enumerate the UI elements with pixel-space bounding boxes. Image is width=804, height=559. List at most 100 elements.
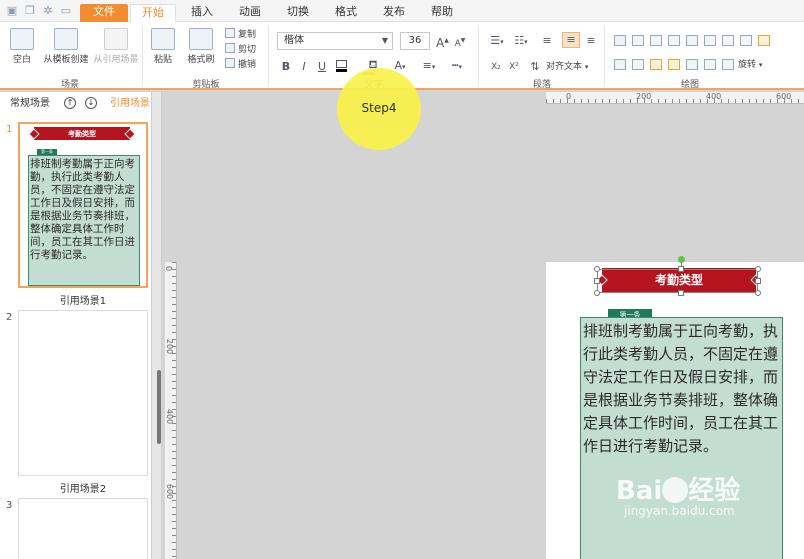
align-middle-icon[interactable] <box>686 35 698 46</box>
format-painter-button[interactable]: 格式刷 <box>184 28 218 65</box>
align-right-objects-icon[interactable] <box>650 35 662 46</box>
reference-scene-icon <box>104 28 128 50</box>
from-template-button[interactable]: 从模板创建 <box>42 28 90 65</box>
paw-icon <box>662 477 689 503</box>
tab-home[interactable]: 开始 <box>130 4 176 22</box>
group-label-drawing: 绘图 <box>680 80 699 90</box>
watermark-brand: Bai 经验 <box>616 476 741 506</box>
tab-publish[interactable]: 发布 <box>376 4 412 22</box>
slide-thumbnail-3[interactable] <box>18 498 148 559</box>
line-style-icon[interactable]: ≡▾ <box>418 59 440 74</box>
align-center-icon[interactable]: ≡ <box>562 32 580 48</box>
font-size-field[interactable]: 36 <box>400 32 430 50</box>
save-icon[interactable]: ▣ <box>6 5 18 17</box>
undo-icon <box>225 58 235 68</box>
new-icon[interactable]: ❐ <box>24 5 36 17</box>
text-direction-icon[interactable]: ⇅ <box>528 60 542 74</box>
grow-font-button[interactable]: A▲ <box>436 34 449 50</box>
tab-insert[interactable]: 插入 <box>184 4 220 22</box>
cut-button[interactable]: 剪切 <box>225 43 256 57</box>
move-up-icon[interactable]: ↑ <box>64 97 76 109</box>
scene-list-panel: 常规场景 ↑ ↓ 引用场景 1 考勤类型 第一条 排班制考勤属于正向考勤，执行此… <box>0 92 152 559</box>
group-label-clipboard: 剪贴板 <box>192 80 220 90</box>
bold-button[interactable]: B <box>280 60 292 74</box>
menu-bar: ▣ ❐ ✲ ▭ 文件 开始 插入 动画 切换 格式 发布 帮助 <box>0 0 804 22</box>
thumbnail-body-text: 排班制考勤属于正向考勤，执行此类考勤人员，不固定在遵守法定工作日及假日安排，而是… <box>28 155 140 286</box>
group-icon[interactable] <box>740 35 752 46</box>
tab-format[interactable]: 格式 <box>328 4 364 22</box>
slide-number: 2 <box>6 312 13 323</box>
align-top-icon[interactable] <box>668 35 680 46</box>
horizontal-ruler: 0 200 400 600 <box>546 92 804 104</box>
chevron-down-icon: ▾ <box>758 61 763 69</box>
shrink-font-button[interactable]: A▼ <box>454 34 466 51</box>
ribbon-divider <box>478 26 479 86</box>
rotate-button[interactable]: 旋转 ▾ <box>738 58 762 72</box>
align-text-button[interactable]: 对齐文本 ▾ <box>546 60 588 74</box>
resize-handle[interactable] <box>594 290 600 296</box>
bullet-list-icon[interactable]: ☰▾ <box>488 34 506 49</box>
resize-handle[interactable] <box>678 290 684 296</box>
align-bottom-icon[interactable] <box>704 35 716 46</box>
ribbon-divider <box>142 26 143 86</box>
settings-icon[interactable]: ✲ <box>42 5 54 17</box>
from-reference-scene-button[interactable]: 从引用场景 <box>92 28 140 65</box>
align-center-objects-icon[interactable] <box>632 35 644 46</box>
subscript-icon[interactable]: X₂ <box>488 60 504 74</box>
ruler-ticks <box>546 99 804 103</box>
paste-button[interactable]: 粘贴 <box>148 28 178 65</box>
tab-animation[interactable]: 动画 <box>232 4 268 22</box>
ruler-ticks <box>172 262 176 559</box>
numbered-list-icon[interactable]: ☷▾ <box>512 34 530 49</box>
scissors-icon <box>225 43 235 53</box>
line-dash-icon[interactable]: ┅▾ <box>446 59 468 74</box>
slide-thumbnail-1[interactable]: 考勤类型 第一条 排班制考勤属于正向考勤，执行此类考勤人员，不固定在遵守法定工作… <box>18 122 148 288</box>
align-left-icon[interactable]: ≡ <box>540 34 554 48</box>
send-to-back-icon[interactable] <box>668 59 680 70</box>
blank-scene-button[interactable]: 空白 <box>6 28 38 65</box>
crop-icon[interactable] <box>722 59 734 70</box>
distribute-icon[interactable] <box>722 35 734 46</box>
bring-to-front-icon[interactable] <box>650 59 662 70</box>
highlight-color-button[interactable] <box>336 60 356 74</box>
preview-icon[interactable]: ▭ <box>60 5 72 17</box>
slide-number: 3 <box>6 500 13 511</box>
slide-thumbnail-2[interactable] <box>18 310 148 476</box>
superscript-icon[interactable]: X² <box>506 60 522 74</box>
resize-handle[interactable] <box>755 278 761 284</box>
align-right-icon[interactable]: ≡ <box>584 34 598 48</box>
resize-handle[interactable] <box>594 266 600 272</box>
font-name-select[interactable]: 楷体 ▼ <box>277 32 393 50</box>
ribbon-divider <box>604 26 605 86</box>
resize-handle[interactable] <box>678 266 684 272</box>
group-label-paragraph: 段落 <box>532 80 551 90</box>
send-backward-icon[interactable] <box>632 59 644 70</box>
tab-normal-scenes[interactable]: 常规场景 <box>10 96 50 112</box>
combine-icon[interactable] <box>686 59 698 70</box>
highlight-icon <box>336 60 347 68</box>
resize-handle[interactable] <box>755 290 761 296</box>
tab-reference-scenes[interactable]: 引用场景 <box>110 96 150 112</box>
tab-transition[interactable]: 切换 <box>280 4 316 22</box>
move-down-icon[interactable]: ↓ <box>85 97 97 109</box>
template-icon <box>54 28 78 50</box>
color-bar <box>336 69 347 72</box>
undo-button[interactable]: 撤销 <box>225 58 256 72</box>
tab-help[interactable]: 帮助 <box>424 4 460 22</box>
ungroup-icon[interactable] <box>704 59 716 70</box>
panel-splitter[interactable] <box>152 92 162 559</box>
chevron-down-icon: ▾ <box>584 63 589 71</box>
lock-icon[interactable] <box>758 35 770 46</box>
resize-handle[interactable] <box>594 278 600 284</box>
align-objects-icon[interactable] <box>614 35 626 46</box>
underline-button[interactable]: U <box>316 60 328 74</box>
italic-button[interactable]: I <box>298 60 310 74</box>
bring-forward-icon[interactable] <box>614 59 626 70</box>
splitter-grip[interactable] <box>157 370 161 444</box>
resize-handle[interactable] <box>755 266 761 272</box>
slide-number: 1 <box>6 124 13 135</box>
clipboard-icon <box>151 28 175 50</box>
copy-button[interactable]: 复制 <box>225 28 256 42</box>
copy-icon <box>225 28 235 38</box>
tab-file[interactable]: 文件 <box>80 4 128 22</box>
